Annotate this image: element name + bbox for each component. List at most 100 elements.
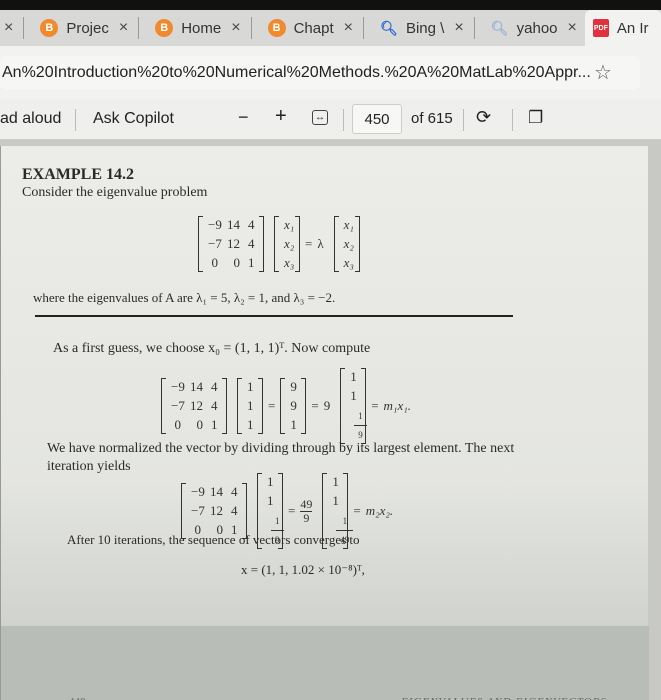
matrix-cell: 4 (248, 236, 255, 251)
matrix-cell: 1 (248, 255, 255, 270)
scalar-9: 9 (323, 398, 331, 413)
close-icon[interactable]: × (231, 19, 240, 37)
toolbar-separator (75, 109, 76, 131)
equals-sign: = (268, 398, 276, 413)
matrix-cell: 1 (211, 417, 218, 432)
toolbar-separator (463, 109, 464, 131)
fraction-numerator: 49 (300, 496, 313, 511)
tab-separator (473, 17, 475, 39)
vector-cell: 1 (332, 474, 339, 489)
eigenvalues-text: where the eigenvalues of A are λ₁ = 5, λ… (33, 290, 336, 305)
vector-x1: 1 1 19 (340, 368, 367, 444)
pdf-viewer[interactable]: EXAMPLE 14.2 Consider the eigenvalue pro… (0, 140, 661, 700)
tab-yahoo[interactable]: 🔍︎ yahoo × (483, 10, 585, 46)
ask-copilot-button[interactable]: Ask Copilot (93, 110, 174, 128)
fit-width-icon[interactable]: ↔ (312, 110, 328, 125)
page-footer-title: EIGENVALUES AND EIGENVECTORS (401, 696, 607, 700)
toolbar-separator (512, 109, 513, 131)
matrix-cell: 0 (211, 255, 219, 270)
matrix-cell: 0 (233, 255, 241, 270)
vector-cell: x₁ (284, 217, 295, 232)
screen-top-edge (0, 0, 661, 10)
normalized-text: We have normalized the vector by dividin… (47, 441, 515, 456)
b-favicon-icon: B (155, 19, 174, 37)
url-field[interactable]: An%20Introduction%20to%20Numerical%20Met… (0, 56, 640, 90)
vector-cell: x₂ (284, 236, 295, 251)
m2x2-label: m₂x₂. (365, 503, 394, 518)
matrix-cell: −7 (191, 503, 205, 518)
matrix-cell: 0 (174, 417, 182, 432)
search-icon: 🔍︎ (380, 19, 398, 36)
vector-cell: 9 (290, 398, 297, 413)
search-icon: 🔍︎ (490, 19, 509, 36)
equals-sign: = (311, 398, 319, 413)
vector-cell: x₃ (343, 255, 354, 270)
close-icon[interactable]: × (4, 19, 13, 37)
matrix-cell: −9 (208, 217, 222, 232)
tab-home[interactable]: B Home × (147, 10, 259, 46)
equals-sign: = (305, 236, 313, 251)
close-icon[interactable]: × (454, 19, 463, 37)
intro-text: Consider the eigenvalue problem (22, 185, 208, 200)
page-total: of 615 (411, 110, 453, 127)
matrix-cell: 12 (227, 236, 240, 251)
matrix-a: −9 14 4 −7 12 4 0 0 1 (181, 483, 247, 539)
matrix-cell: 14 (190, 379, 203, 394)
tab-label: Home (181, 19, 222, 37)
b-favicon-icon: B (40, 19, 59, 37)
tab-pdf-active[interactable]: PDF An Ir (584, 10, 661, 46)
vector-x0: 1 1 1 (237, 378, 263, 434)
close-icon[interactable]: × (568, 19, 577, 37)
tab-project[interactable]: B Projec × (32, 10, 147, 46)
matrix-cell: 12 (190, 398, 203, 413)
tab-label: Chapt (293, 19, 334, 37)
converged-vector: x = (1, 1, 1.02 × 10⁻⁸)ᵀ, (241, 562, 365, 577)
tab-partial[interactable]: × (0, 10, 32, 46)
zoom-out-button[interactable]: − (238, 107, 249, 128)
page-gap (1, 626, 649, 700)
rotate-icon[interactable]: ⟳ (476, 107, 491, 128)
matrix-cell: −9 (171, 379, 185, 394)
tab-separator (362, 17, 364, 39)
pdf-page: EXAMPLE 14.2 Consider the eigenvalue pro… (0, 146, 649, 700)
close-icon[interactable]: × (344, 19, 353, 37)
vector-cell: 1 (267, 493, 274, 508)
example-title: EXAMPLE 14.2 (22, 166, 134, 183)
matrix-cell: 4 (211, 379, 218, 394)
after-iterations-text: After 10 iterations, the sequence of vec… (67, 532, 360, 547)
page-view-icon[interactable]: ❐ (528, 108, 543, 128)
vector-x: x₁ x₂ x₃ (274, 216, 300, 272)
matrix-cell: 12 (210, 503, 223, 518)
read-aloud-button[interactable]: ad aloud (0, 110, 61, 128)
pdf-icon: PDF (592, 19, 609, 37)
vector-cell: 1 (247, 398, 254, 413)
vector-cell: 1 (350, 388, 357, 403)
favorite-star-icon[interactable]: ☆ (594, 60, 612, 85)
equals-sign: = (371, 398, 379, 413)
vector-cell: 1 (350, 369, 357, 384)
vector-cell: x₁ (343, 217, 354, 232)
matrix-cell: −9 (191, 484, 205, 499)
vector-x: x₁ x₂ x₃ (333, 216, 360, 272)
m1x1-label: m₁x₁. (383, 398, 411, 413)
zoom-in-button[interactable]: + (275, 105, 287, 128)
eigen-equation: −9 14 4 −7 12 4 0 0 1 x₁ x₂ x₃ = λ x₁ x₂ (198, 216, 360, 272)
matrix-cell: 4 (231, 503, 238, 518)
toolbar-separator (343, 109, 344, 131)
tab-bing[interactable]: 🔍︎ Bing \ × (372, 10, 483, 46)
close-icon[interactable]: × (119, 19, 128, 37)
tab-strip: × B Projec × B Home × B Chapt × 🔍︎ Bing … (0, 10, 661, 46)
vector-cell: 1 (290, 417, 297, 432)
matrix-cell: 14 (227, 217, 240, 232)
matrix-cell: 4 (231, 484, 238, 499)
address-bar-area: An%20Introduction%20to%20Numerical%20Met… (0, 46, 661, 98)
page-number-input[interactable]: 450 (352, 104, 402, 134)
matrix-a: −9 14 4 −7 12 4 0 0 1 (161, 378, 227, 434)
vector-result: 9 9 1 (280, 378, 307, 434)
tab-chapter[interactable]: B Chapt × (260, 10, 372, 46)
matrix-cell: 0 (196, 417, 204, 432)
pdf-toolbar: ad aloud Ask Copilot − + ↔ 450 of 615 ⟳ … (0, 98, 661, 140)
scalar-49-over-9: 49 9 (300, 496, 313, 525)
url-text: An%20Introduction%20to%20Numerical%20Met… (2, 64, 591, 81)
iteration-text: iteration yields (47, 459, 131, 474)
